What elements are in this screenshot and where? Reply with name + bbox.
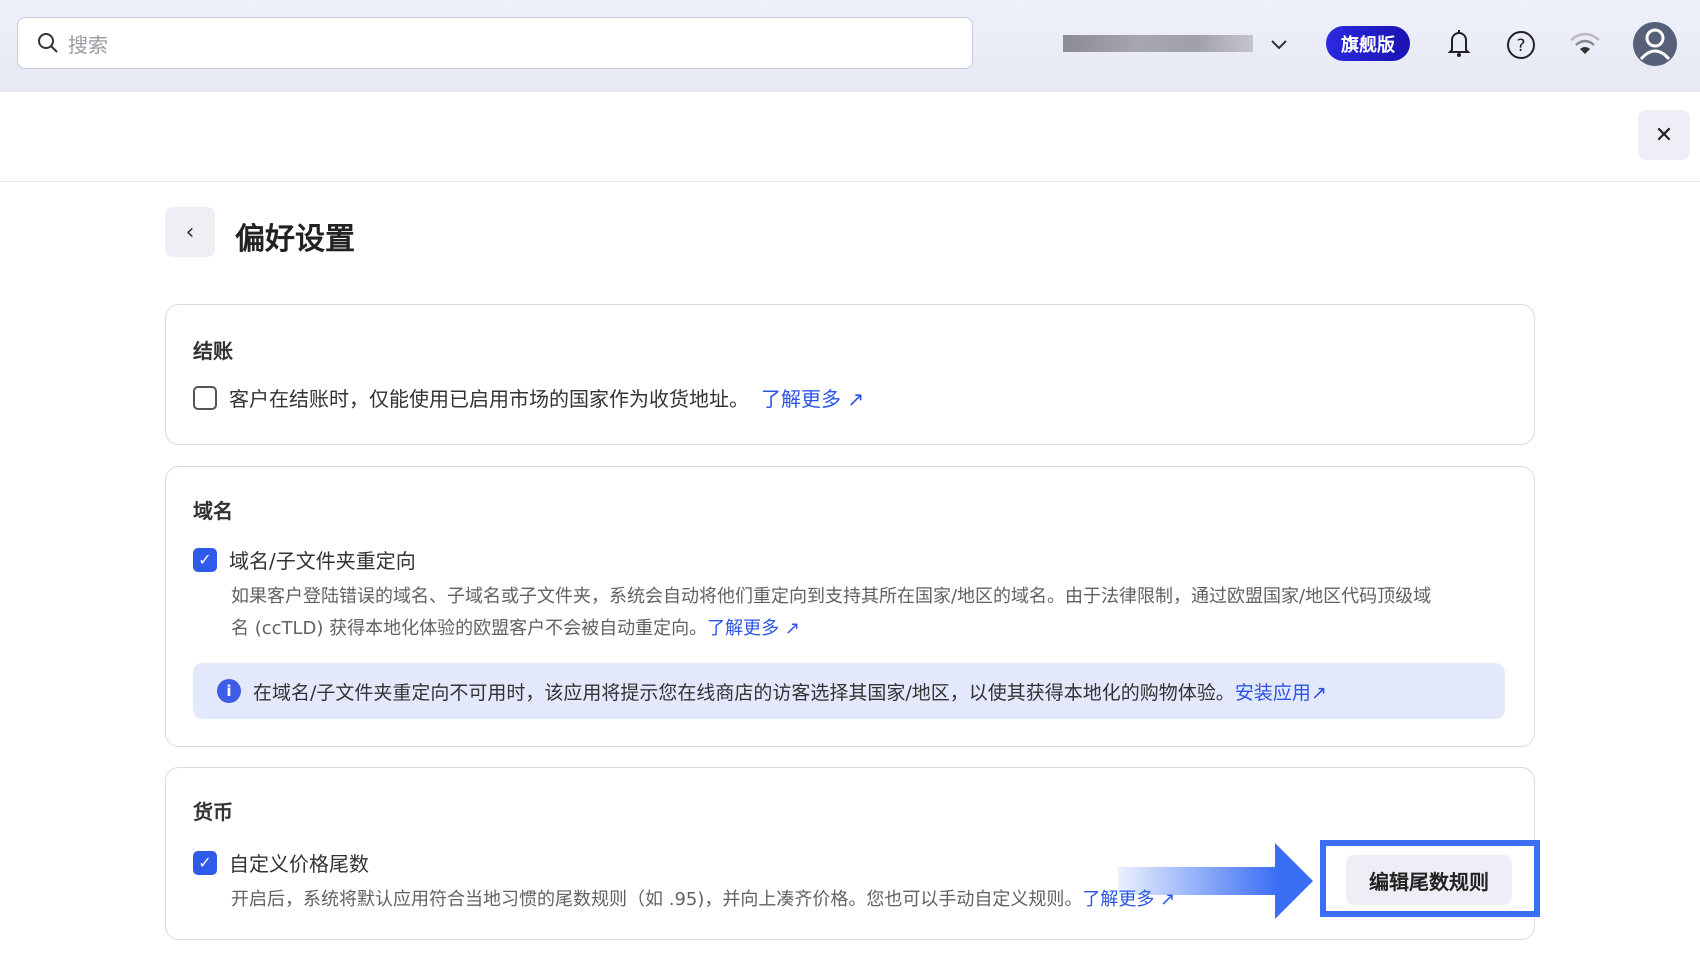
back-button[interactable]: ‹ bbox=[165, 207, 215, 257]
learn-more-link[interactable]: 了解更多 ↗ bbox=[761, 383, 864, 412]
help-icon[interactable]: ? bbox=[1506, 30, 1536, 60]
store-name-blurred[interactable] bbox=[1063, 35, 1253, 52]
wifi-icon bbox=[1570, 32, 1600, 54]
install-app-link[interactable]: 安装应用↗ bbox=[1235, 682, 1327, 704]
info-icon: i bbox=[217, 679, 241, 703]
checkbox[interactable] bbox=[193, 385, 217, 410]
chevron-down-icon[interactable] bbox=[1268, 34, 1290, 56]
bell-icon[interactable] bbox=[1444, 26, 1474, 60]
checkout-option-label: 客户在结账时，仅能使用已启用市场的国家作为收货地址。 bbox=[229, 387, 749, 411]
domain-card: 域名 ✓ 域名/子文件夹重定向 如果客户登陆错误的域名、子域名或子文件夹，系统会… bbox=[165, 466, 1535, 747]
edit-rounding-rules-button[interactable]: 编辑尾数规则 bbox=[1346, 855, 1512, 905]
currency-option-label: 自定义价格尾数 bbox=[229, 852, 369, 876]
checkbox-checked[interactable]: ✓ bbox=[193, 547, 217, 572]
top-bar: 搜索 旗舰版 ? bbox=[0, 0, 1700, 92]
divider bbox=[0, 181, 1700, 182]
external-link-icon: ↗ bbox=[847, 387, 865, 411]
domain-heading: 域名 bbox=[193, 499, 233, 523]
currency-heading: 货币 bbox=[193, 800, 233, 824]
search-input[interactable]: 搜索 bbox=[17, 17, 973, 69]
search-placeholder: 搜索 bbox=[68, 32, 108, 57]
currency-description: 开启后，系统将默认应用符合当地习惯的尾数规则（如 .95)，并向上凑齐价格。您也… bbox=[231, 889, 1176, 910]
svg-text:?: ? bbox=[1516, 36, 1525, 56]
plan-badge[interactable]: 旗舰版 bbox=[1326, 26, 1410, 61]
domain-option-label: 域名/子文件夹重定向 bbox=[229, 549, 416, 573]
learn-more-link[interactable]: 了解更多 ↗ bbox=[707, 618, 800, 639]
domain-description: 如果客户登陆错误的域名、子域名或子文件夹，系统会自动将他们重定向到支持其所在国家… bbox=[231, 586, 1432, 639]
checkout-heading: 结账 bbox=[193, 339, 233, 363]
checkout-option[interactable]: 客户在结账时，仅能使用已启用市场的国家作为收货地址。 了解更多 ↗ bbox=[193, 383, 864, 412]
close-button[interactable]: ✕ bbox=[1638, 110, 1690, 160]
search-icon bbox=[38, 33, 58, 53]
avatar-icon[interactable] bbox=[1632, 21, 1678, 67]
checkout-card: 结账 客户在结账时，仅能使用已启用市场的国家作为收货地址。 了解更多 ↗ bbox=[165, 304, 1535, 445]
info-banner: i 在域名/子文件夹重定向不可用时，该应用将提示您在线商店的访客选择其国家/地区… bbox=[193, 663, 1505, 719]
page-title: 偏好设置 bbox=[235, 222, 355, 257]
domain-option[interactable]: ✓ 域名/子文件夹重定向 bbox=[193, 545, 416, 574]
checkbox-checked[interactable]: ✓ bbox=[193, 850, 217, 875]
currency-option[interactable]: ✓ 自定义价格尾数 bbox=[193, 848, 369, 877]
highlight-arrow-icon bbox=[1118, 843, 1313, 919]
